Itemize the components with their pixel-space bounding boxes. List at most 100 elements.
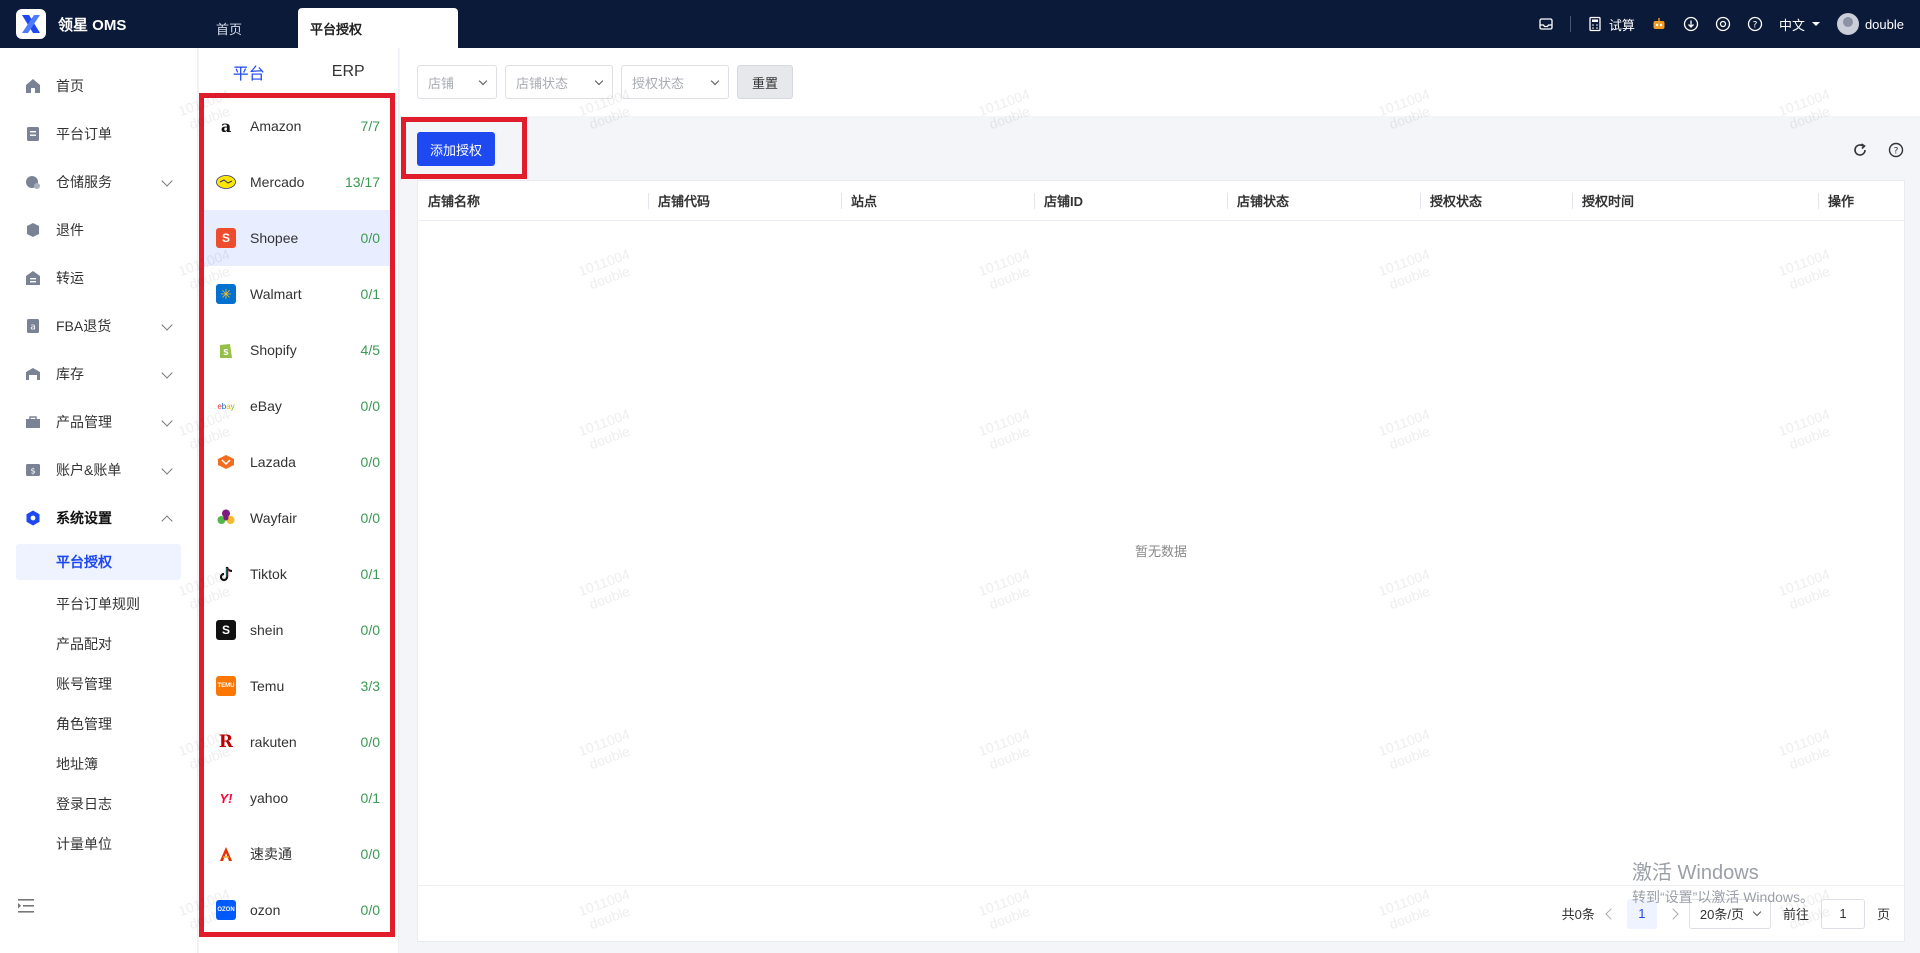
platform-name: Lazada xyxy=(250,454,296,470)
store-status-select[interactable]: 店铺状态 xyxy=(505,65,613,99)
store-select[interactable]: 店铺 xyxy=(417,65,497,99)
platform-item-lazada[interactable]: Lazada 0/0 xyxy=(204,434,390,490)
nav-item-home[interactable]: 首页 xyxy=(0,62,197,110)
svg-text:?: ? xyxy=(1753,21,1758,31)
platform-item-mercado[interactable]: Mercado 13/17 xyxy=(204,154,390,210)
column-header[interactable]: 操作 xyxy=(1818,181,1904,220)
chevron-down-icon xyxy=(161,415,173,427)
help-icon[interactable]: ? xyxy=(1888,142,1904,158)
chevron-down-icon xyxy=(594,76,604,85)
calc-button[interactable]: 试算 xyxy=(1587,15,1635,34)
collapse-sidebar-icon[interactable] xyxy=(18,899,34,913)
column-header[interactable]: 站点 xyxy=(841,181,1034,220)
select-placeholder: 授权状态 xyxy=(632,75,685,91)
column-header[interactable]: 店铺名称 xyxy=(418,181,648,220)
svg-text:a: a xyxy=(30,323,36,333)
column-header[interactable]: 授权状态 xyxy=(1420,181,1572,220)
platform-item-amazon[interactable]: a Amazon 7/7 xyxy=(204,98,390,154)
goto-page-input[interactable]: 1 xyxy=(1820,898,1865,929)
nav-item-inventory[interactable]: 库存 xyxy=(0,350,197,398)
nav-item-system-settings[interactable]: 系统设置 xyxy=(0,494,197,542)
nav-item-fba-returns[interactable]: a FBA退货 xyxy=(0,302,197,350)
settings-icon[interactable] xyxy=(1715,16,1731,32)
inbox-icon[interactable] xyxy=(1538,16,1554,32)
platform-count: 0/0 xyxy=(360,734,380,750)
next-page-icon[interactable] xyxy=(1667,907,1679,920)
nav-label: 账户&账单 xyxy=(56,462,122,478)
auth-status-select[interactable]: 授权状态 xyxy=(621,65,729,99)
nav-item-account-billing[interactable]: $ 账户&账单 xyxy=(0,446,197,494)
platform-item-shopee[interactable]: S Shopee 0/0 xyxy=(204,210,390,266)
column-header[interactable]: 授权时间 xyxy=(1572,181,1818,220)
nav-item-returns[interactable]: 退件 xyxy=(0,206,197,254)
platform-item-wayfair[interactable]: Wayfair 0/0 xyxy=(204,490,390,546)
column-header[interactable]: 店铺代码 xyxy=(648,181,841,220)
svg-text:S: S xyxy=(223,348,229,357)
sub-item-address-book[interactable]: 地址簿 xyxy=(0,744,197,784)
nav-label: 系统设置 xyxy=(56,510,112,526)
sub-item-account-management[interactable]: 账号管理 xyxy=(0,664,197,704)
prev-page-icon[interactable] xyxy=(1605,907,1617,920)
page-suffix: 页 xyxy=(1876,907,1890,922)
transfer-icon xyxy=(26,271,40,285)
tab-platform[interactable]: 平台 xyxy=(199,48,299,96)
tab-erp[interactable]: ERP xyxy=(299,48,399,96)
platform-item-aliexpress[interactable]: 速卖通 0/0 xyxy=(204,826,390,882)
platform-count: 0/0 xyxy=(360,454,380,470)
platform-item-temu[interactable]: TEMU Temu 3/3 xyxy=(204,658,390,714)
rakuten-logo-icon: R xyxy=(218,732,234,752)
billing-icon: $ xyxy=(26,464,40,476)
user-menu[interactable]: double xyxy=(1836,13,1904,35)
platform-name: shein xyxy=(250,622,284,638)
platform-item-yahoo[interactable]: Y! yahoo 0/1 xyxy=(204,770,390,826)
chevron-up-icon xyxy=(161,515,173,527)
top-bar: 领星 OMS 首页 平台授权 试算 ? 中文 double xyxy=(0,0,1920,48)
nav-item-platform-orders[interactable]: 平台订单 xyxy=(0,110,197,158)
platform-item-walmart[interactable]: ✳ Walmart 0/1 xyxy=(204,266,390,322)
sub-item-product-pairing[interactable]: 产品配对 xyxy=(0,624,197,664)
avatar xyxy=(1836,13,1859,35)
nav-label: 首页 xyxy=(56,78,84,94)
platform-name: Shopee xyxy=(250,230,299,246)
nav-item-transfer[interactable]: 转运 xyxy=(0,254,197,302)
sub-item-platform-auth[interactable]: 平台授权 xyxy=(16,544,181,580)
platform-name: Shopify xyxy=(250,342,297,358)
sub-item-login-log[interactable]: 登录日志 xyxy=(0,784,197,824)
platform-item-shein[interactable]: S shein 0/0 xyxy=(204,602,390,658)
chevron-down-icon xyxy=(161,319,173,331)
platform-item-tiktok[interactable]: Tiktok 0/1 xyxy=(204,546,390,602)
platform-item-shopify[interactable]: S Shopify 4/5 xyxy=(204,322,390,378)
top-tab-platform-auth[interactable]: 平台授权 xyxy=(298,8,458,48)
platform-count: 0/0 xyxy=(360,398,380,414)
language-select[interactable]: 中文 xyxy=(1779,15,1821,34)
platform-count: 0/0 xyxy=(360,622,380,638)
platform-item-ozon[interactable]: OZON ozon 0/0 xyxy=(204,882,390,938)
platform-item-ebay[interactable]: ebay eBay 0/0 xyxy=(204,378,390,434)
language-label: 中文 xyxy=(1778,17,1805,33)
wayfair-logo-icon xyxy=(216,508,236,528)
top-tab-home[interactable]: 首页 xyxy=(204,8,294,48)
platform-item-rakuten[interactable]: R rakuten 0/0 xyxy=(204,714,390,770)
refresh-icon[interactable] xyxy=(1852,142,1868,158)
empty-state: 暂无数据 xyxy=(1134,544,1187,559)
platform-count: 4/5 xyxy=(360,342,380,358)
nav-item-product-management[interactable]: 产品管理 xyxy=(0,398,197,446)
reset-button[interactable]: 重置 xyxy=(737,65,794,99)
column-header[interactable]: 店铺状态 xyxy=(1227,181,1420,220)
brand[interactable]: 领星 OMS xyxy=(0,9,200,39)
ozon-logo-icon: OZON xyxy=(216,900,236,920)
platform-name: Amazon xyxy=(250,118,302,134)
nav-label: 产品管理 xyxy=(56,414,112,430)
select-placeholder: 店铺 xyxy=(428,75,455,91)
temu-logo-icon: TEMU xyxy=(216,676,236,696)
download-icon[interactable] xyxy=(1683,16,1699,32)
sub-item-platform-order-rules[interactable]: 平台订单规则 xyxy=(0,584,197,624)
sub-item-units[interactable]: 计量单位 xyxy=(0,824,197,864)
column-header[interactable]: 店铺ID xyxy=(1034,181,1227,220)
nav-item-warehouse-service[interactable]: 仓储服务 xyxy=(0,158,197,206)
sub-item-role-management[interactable]: 角色管理 xyxy=(0,704,197,744)
add-auth-button[interactable]: 添加授权 xyxy=(417,132,496,166)
help-icon[interactable]: ? xyxy=(1747,16,1763,32)
platform-name: Mercado xyxy=(250,174,305,190)
robot-icon[interactable] xyxy=(1651,16,1667,32)
